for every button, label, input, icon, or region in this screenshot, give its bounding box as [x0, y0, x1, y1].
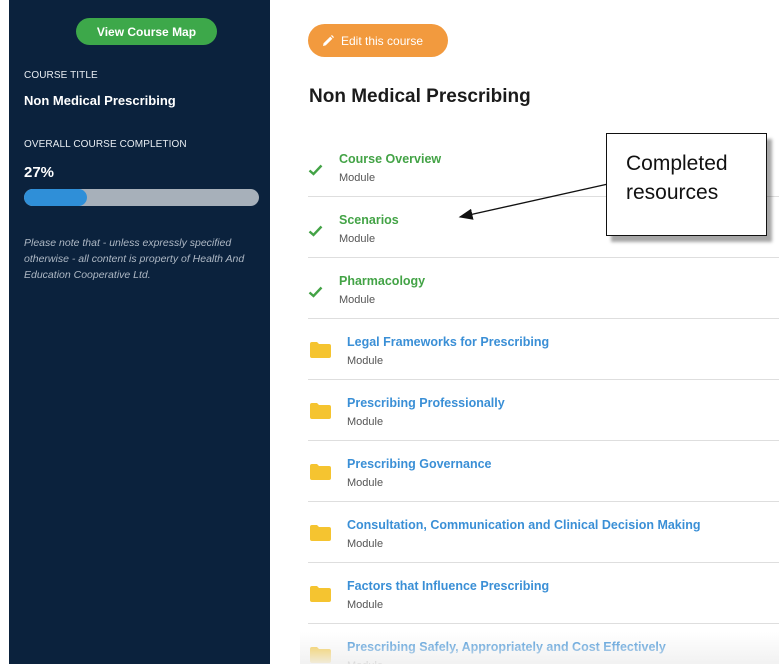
completed-resources-callout: Completed resources	[606, 133, 767, 236]
callout-arrow	[458, 183, 609, 220]
callout-line-2: resources	[626, 181, 719, 204]
callout-line-1: Completed	[626, 152, 728, 175]
